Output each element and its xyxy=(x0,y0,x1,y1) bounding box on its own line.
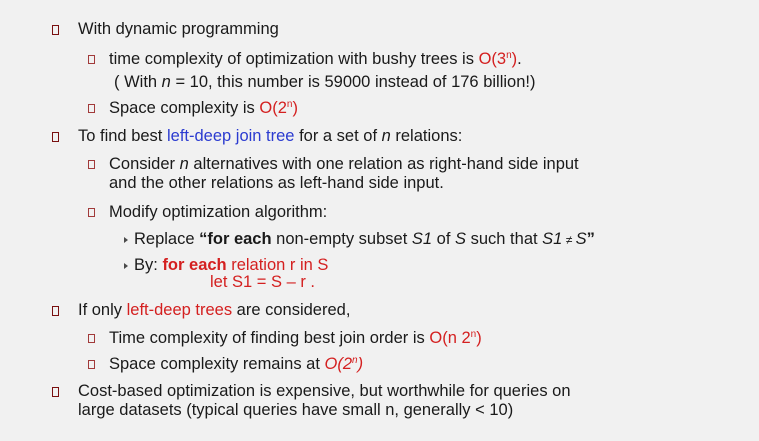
modify-algorithm-line: Modify optimization algorithm: xyxy=(109,203,328,221)
cost-based-line2: large datasets (typical queries have sma… xyxy=(78,401,514,419)
space-complexity-line: Space complexity is O(2n) xyxy=(109,99,298,117)
triangle-bullet-icon xyxy=(124,237,128,243)
let-s1-line: let S1 = S – r . xyxy=(210,273,316,291)
replace-line: Replace “for each non-empty subset S1 of… xyxy=(134,230,595,248)
bullet-square-icon xyxy=(52,306,59,316)
triangle-bullet-icon xyxy=(124,263,128,269)
dp-heading: With dynamic programming xyxy=(78,20,279,38)
time-left-deep-line: Time complexity of finding best join ord… xyxy=(109,329,482,347)
bullet-square-icon xyxy=(52,132,59,142)
big-o-2n: O(2n) xyxy=(259,99,298,117)
big-o-2n: O(2n) xyxy=(324,355,364,373)
consider-n-line1: Consider n alternatives with one relatio… xyxy=(109,155,579,173)
find-left-deep-line: To find best left-deep join tree for a s… xyxy=(78,127,463,145)
cost-based-line1: Cost-based optimization is expensive, bu… xyxy=(78,382,571,400)
time-bushy-line: time complexity of optimization with bus… xyxy=(109,50,522,68)
bullet-square-icon xyxy=(52,387,59,397)
left-deep-join-tree-term: left-deep join tree xyxy=(166,127,295,145)
slide: With dynamic programming time complexity… xyxy=(0,0,759,441)
bullet-square-icon xyxy=(52,25,59,35)
if-only-line: If only left-deep trees are considered, xyxy=(78,301,351,319)
bullet-square-icon xyxy=(88,208,95,217)
space-remains-line: Space complexity remains at O(2n) xyxy=(109,355,364,373)
big-o-n-2n: O(n 2n) xyxy=(429,329,482,347)
with-n-note: ( With n = 10, this number is 59000 inst… xyxy=(114,73,536,91)
bullet-square-icon xyxy=(88,104,95,113)
bullet-square-icon xyxy=(88,334,95,343)
bullet-square-icon xyxy=(88,360,95,369)
big-o-3n: O(3n) xyxy=(478,50,518,68)
left-deep-trees-term: left-deep trees xyxy=(126,301,233,319)
consider-n-line2: and the other relations as left-hand sid… xyxy=(109,174,444,192)
bullet-square-icon xyxy=(88,160,95,169)
bullet-square-icon xyxy=(88,55,95,64)
